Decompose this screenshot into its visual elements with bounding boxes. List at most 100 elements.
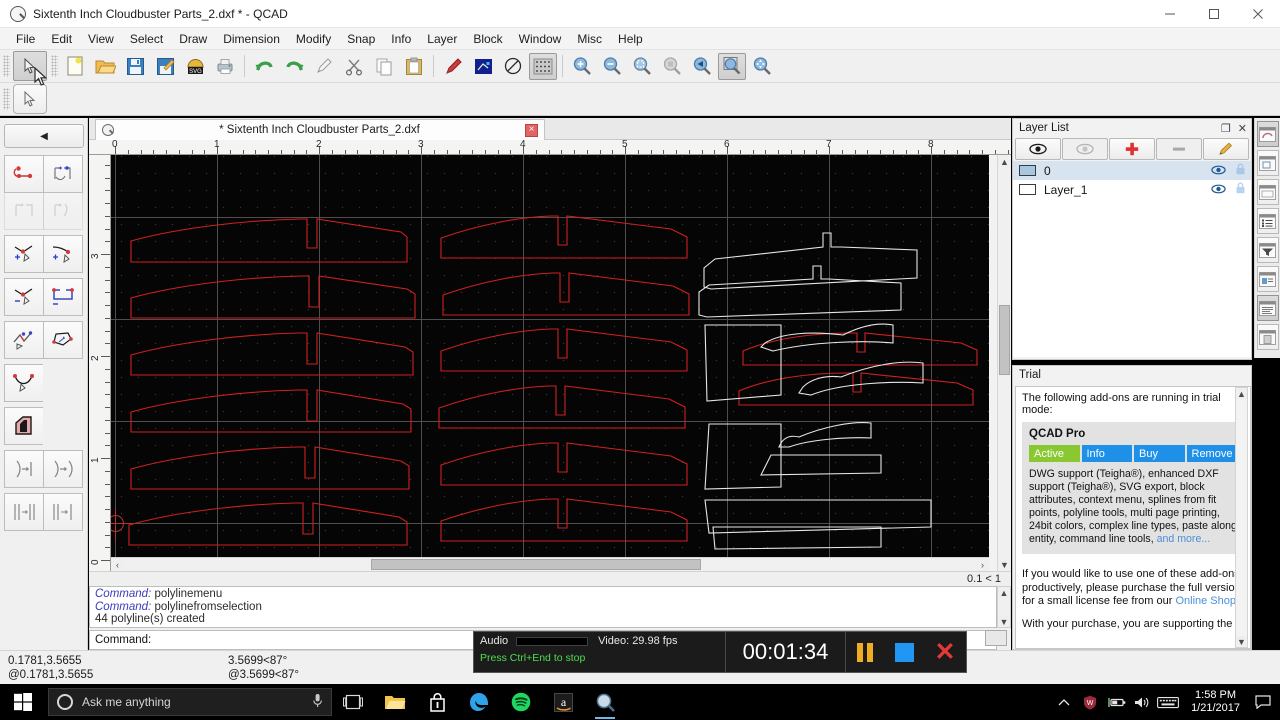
trial-panel-scrollbar[interactable]: ▲ ▼ (1235, 387, 1248, 648)
menu-snap[interactable]: Snap (339, 29, 383, 49)
task-view-button[interactable] (332, 684, 374, 720)
menu-edit[interactable]: Edit (43, 29, 80, 49)
cmd-scroll-down-arrow[interactable]: ▼ (998, 616, 1010, 627)
library-browser-toggle[interactable] (1256, 179, 1279, 205)
polyline-extend-both-tool[interactable] (43, 450, 83, 488)
cad-canvas[interactable] (111, 155, 989, 571)
draw-pen-button[interactable] (439, 53, 467, 80)
layer-visibility-icon[interactable] (1211, 183, 1226, 197)
menu-view[interactable]: View (80, 29, 122, 49)
layer-lock-icon[interactable] (1235, 163, 1246, 178)
toolbar-grip-2[interactable] (51, 55, 58, 77)
document-tab-close-button[interactable]: × (525, 123, 538, 137)
zoom-out-button[interactable] (598, 53, 626, 80)
toolbar-grip[interactable] (3, 55, 10, 77)
polyline-offset-tool[interactable] (4, 407, 44, 445)
polyline-add-node-tool[interactable] (4, 235, 44, 273)
layer-row-1[interactable]: Layer_1 (1013, 180, 1251, 199)
print-button[interactable] (211, 53, 239, 80)
new-file-button[interactable] (61, 53, 89, 80)
recorder-close-button[interactable]: ✕ (935, 639, 956, 664)
document-tab[interactable]: * Sixtenth Inch Cloudbuster Parts_2.dxf … (95, 119, 545, 140)
spotify-button[interactable] (500, 684, 542, 720)
layer-color-swatch[interactable] (1019, 184, 1036, 195)
toolbar-grip-3[interactable] (3, 88, 10, 110)
close-button[interactable] (1236, 0, 1280, 28)
polyline-extend-tool[interactable] (4, 450, 44, 488)
paste-button[interactable] (400, 53, 428, 80)
edit-layer-button[interactable] (1203, 138, 1249, 160)
save-as-button[interactable] (151, 53, 179, 80)
layer-panel-float-button[interactable]: ❐ (1221, 122, 1231, 135)
addon-remove-button[interactable]: Remove (1186, 445, 1237, 462)
menu-info[interactable]: Info (383, 29, 419, 49)
layer-color-button[interactable] (469, 53, 497, 80)
trial-panel-toggle[interactable] (1256, 295, 1279, 321)
recorder-stop-button[interactable] (894, 642, 914, 662)
pen-button[interactable] (310, 53, 338, 80)
layer-panel-close-button[interactable]: ✕ (1238, 122, 1247, 135)
add-layer-button[interactable] (1109, 138, 1155, 160)
zoom-selection-button[interactable] (688, 53, 716, 80)
block-list-toggle[interactable] (1256, 150, 1279, 176)
layer-color-swatch[interactable] (1019, 165, 1036, 176)
remove-layer-button[interactable] (1156, 138, 1202, 160)
zoom-in-button[interactable] (568, 53, 596, 80)
redo-button[interactable] (280, 53, 308, 80)
polyline-edit-node-tool[interactable] (43, 192, 83, 230)
trial-scroll-down-arrow[interactable]: ▼ (1236, 636, 1247, 647)
export-svg-button[interactable]: SVG (181, 53, 209, 80)
taskbar-clock[interactable]: 1:58 PM 1/21/2017 (1181, 689, 1250, 715)
scroll-down-arrow[interactable]: ▼ (998, 558, 1011, 571)
menu-window[interactable]: Window (511, 29, 570, 49)
save-file-button[interactable] (121, 53, 149, 80)
statusbar-resize-grip[interactable] (985, 630, 1007, 646)
polyline-create-from-segments-tool[interactable] (43, 321, 83, 359)
zoom-previous-button[interactable] (658, 53, 686, 80)
undo-button[interactable] (250, 53, 278, 80)
polyline-segment-tool[interactable] (4, 493, 44, 531)
menu-dimension[interactable]: Dimension (215, 29, 288, 49)
polyline-delete-node-tool[interactable] (4, 278, 44, 316)
layer-row-0[interactable]: 0 (1013, 161, 1251, 180)
menu-block[interactable]: Block (465, 29, 510, 49)
search-input[interactable]: Ask me anything (48, 688, 332, 716)
view-list-toggle[interactable] (1256, 266, 1279, 292)
show-hidden-icons-button[interactable] (1051, 684, 1077, 720)
file-explorer-button[interactable] (374, 684, 416, 720)
canvas-vertical-scrollbar[interactable]: ▲ ▼ (997, 155, 1011, 571)
amazon-button[interactable]: a (542, 684, 584, 720)
layer-lock-icon[interactable] (1235, 182, 1246, 197)
menu-layer[interactable]: Layer (419, 29, 465, 49)
volume-button[interactable] (1129, 684, 1155, 720)
scroll-right-arrow[interactable]: › (976, 558, 989, 571)
polyline-arc-tool[interactable] (4, 364, 44, 402)
keyboard-button[interactable] (1155, 684, 1181, 720)
start-button[interactable] (0, 684, 46, 720)
scroll-up-arrow[interactable]: ▲ (998, 155, 1011, 168)
polyline-append-node-tool[interactable] (43, 155, 83, 193)
polyline-delete-between-tool[interactable] (43, 278, 83, 316)
microsoft-store-button[interactable] (416, 684, 458, 720)
layer-list-toggle[interactable] (1256, 208, 1279, 234)
polyline-prepend-node-tool[interactable] (4, 192, 44, 230)
microphone-icon[interactable] (312, 693, 323, 711)
menu-select[interactable]: Select (122, 29, 171, 49)
copy-button[interactable] (370, 53, 398, 80)
polyline-trim-tool[interactable] (4, 321, 44, 359)
polyline-segment-to-tool[interactable] (43, 493, 83, 531)
maximize-button[interactable] (1192, 0, 1236, 28)
clipboard-panel-toggle[interactable] (1256, 324, 1279, 350)
addon-more-link[interactable]: and more... (1157, 533, 1211, 545)
menu-misc[interactable]: Misc (569, 29, 610, 49)
property-editor-toggle[interactable] (1256, 121, 1279, 147)
no-selection-button[interactable] (499, 53, 527, 80)
vertical-scroll-thumb[interactable] (999, 305, 1010, 375)
qcad-taskbar-button[interactable] (584, 684, 626, 720)
zoom-auto-button[interactable] (628, 53, 656, 80)
menu-modify[interactable]: Modify (288, 29, 339, 49)
online-shop-link[interactable]: Online Shop (1175, 595, 1236, 607)
addon-active-button[interactable]: Active (1029, 445, 1080, 462)
action-center-button[interactable] (1250, 684, 1276, 720)
canvas-horizontal-scrollbar[interactable]: ‹ › (111, 557, 989, 571)
